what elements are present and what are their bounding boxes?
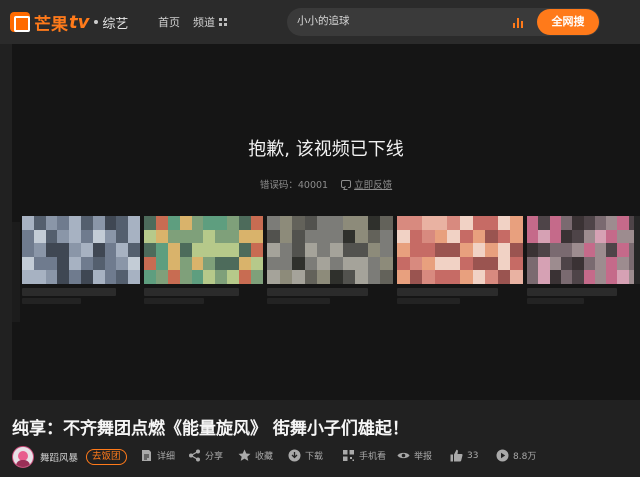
thumbnail-caption-placeholder (397, 288, 498, 296)
report-label: 举报 (414, 452, 433, 462)
play-icon (496, 449, 509, 462)
error-code: 错误码：40001 (259, 180, 329, 191)
chat-icon (341, 180, 352, 188)
favorite-button[interactable]: 收藏 (238, 449, 273, 462)
download-button[interactable]: 下载 (288, 449, 323, 462)
eye-icon (397, 452, 410, 459)
thumbnail-subcaption-placeholder (22, 298, 81, 304)
recommend-thumbnails (22, 216, 640, 306)
share-label: 分享 (205, 452, 224, 462)
download-icon (288, 449, 301, 462)
top-header: 芒果 tv 综艺 首页 频道 全网搜 (0, 0, 640, 44)
thumbnail-caption-placeholder (144, 288, 239, 296)
grid-icon (219, 18, 227, 26)
feedback-link[interactable]: 立即反馈 (341, 177, 392, 191)
video-player[interactable]: 抱歉, 该视频已下线 错误码：40001 立即反馈 (12, 44, 640, 400)
play-count: 8.8万 (496, 449, 536, 462)
search-bar: 全网搜 (287, 8, 600, 36)
report-button[interactable]: 举报 (397, 449, 432, 462)
scroll-right-handle[interactable] (634, 216, 640, 284)
recommend-thumbnail[interactable] (22, 216, 140, 284)
thumbs-up-icon (450, 449, 463, 462)
logo-separator-dot (94, 20, 99, 24)
share-button[interactable]: 分享 (188, 449, 223, 462)
search-input[interactable] (297, 14, 497, 26)
logo-tv-text: tv (69, 11, 90, 33)
feedback-label: 立即反馈 (354, 180, 393, 191)
detail-button[interactable]: 详细 (140, 449, 175, 462)
mobile-watch-button[interactable]: 手机看 (342, 449, 386, 462)
fan-club-button[interactable]: 去饭团 (86, 449, 127, 465)
download-label: 下载 (305, 452, 324, 462)
error-meta: 错误码：40001 立即反馈 (12, 177, 640, 191)
logo-brand-text: 芒果 (34, 14, 68, 35)
hot-rank-icon[interactable] (513, 17, 525, 28)
qr-code-icon (343, 450, 354, 461)
recommend-thumbnail[interactable] (397, 216, 523, 284)
recommend-thumbnail[interactable] (144, 216, 263, 284)
favorite-label: 收藏 (255, 452, 274, 462)
like-button[interactable]: 33 (450, 449, 478, 462)
like-count: 33 (467, 450, 479, 461)
star-icon (238, 449, 251, 461)
thumbnail-caption-placeholder (527, 288, 617, 296)
mango-logo-icon (10, 12, 30, 32)
thumbnail-caption-placeholder (22, 288, 116, 296)
thumbnail-subcaption-placeholder (397, 298, 460, 304)
error-message: 抱歉, 该视频已下线 (248, 139, 404, 160)
nav-channel-label: 频道 (193, 16, 215, 29)
recommend-thumbnail[interactable] (267, 216, 393, 284)
thumbnail-subcaption-placeholder (144, 298, 204, 304)
video-title: 纯享：不齐舞团点燃《能量旋风》 街舞小子们雄起！ (12, 419, 409, 439)
detail-label: 详细 (157, 452, 176, 462)
nav-home-link[interactable]: 首页 (158, 14, 180, 30)
video-meta-row: 舞蹈风暴 去饭团 详细 分享 收藏 下载 手机看 举报 33 8.8万 (12, 446, 632, 468)
share-icon (189, 449, 200, 462)
mgtv-logo[interactable]: 芒果 tv 综艺 (10, 9, 128, 35)
search-button[interactable]: 全网搜 (537, 9, 599, 35)
author-avatar[interactable] (12, 446, 34, 468)
author-name[interactable]: 舞蹈风暴 (40, 450, 78, 464)
thumbnail-caption-placeholder (267, 288, 368, 296)
scroll-left-handle[interactable] (12, 222, 20, 322)
document-icon (142, 450, 151, 461)
nav-channel-menu[interactable]: 频道 (193, 14, 227, 30)
logo-section-label: 综艺 (102, 16, 129, 32)
mobile-watch-label: 手机看 (359, 452, 387, 462)
thumbnail-subcaption-placeholder (267, 298, 330, 304)
recommend-thumbnail[interactable] (527, 216, 640, 284)
play-count-label: 8.8万 (513, 452, 537, 462)
thumbnail-subcaption-placeholder (527, 298, 584, 304)
